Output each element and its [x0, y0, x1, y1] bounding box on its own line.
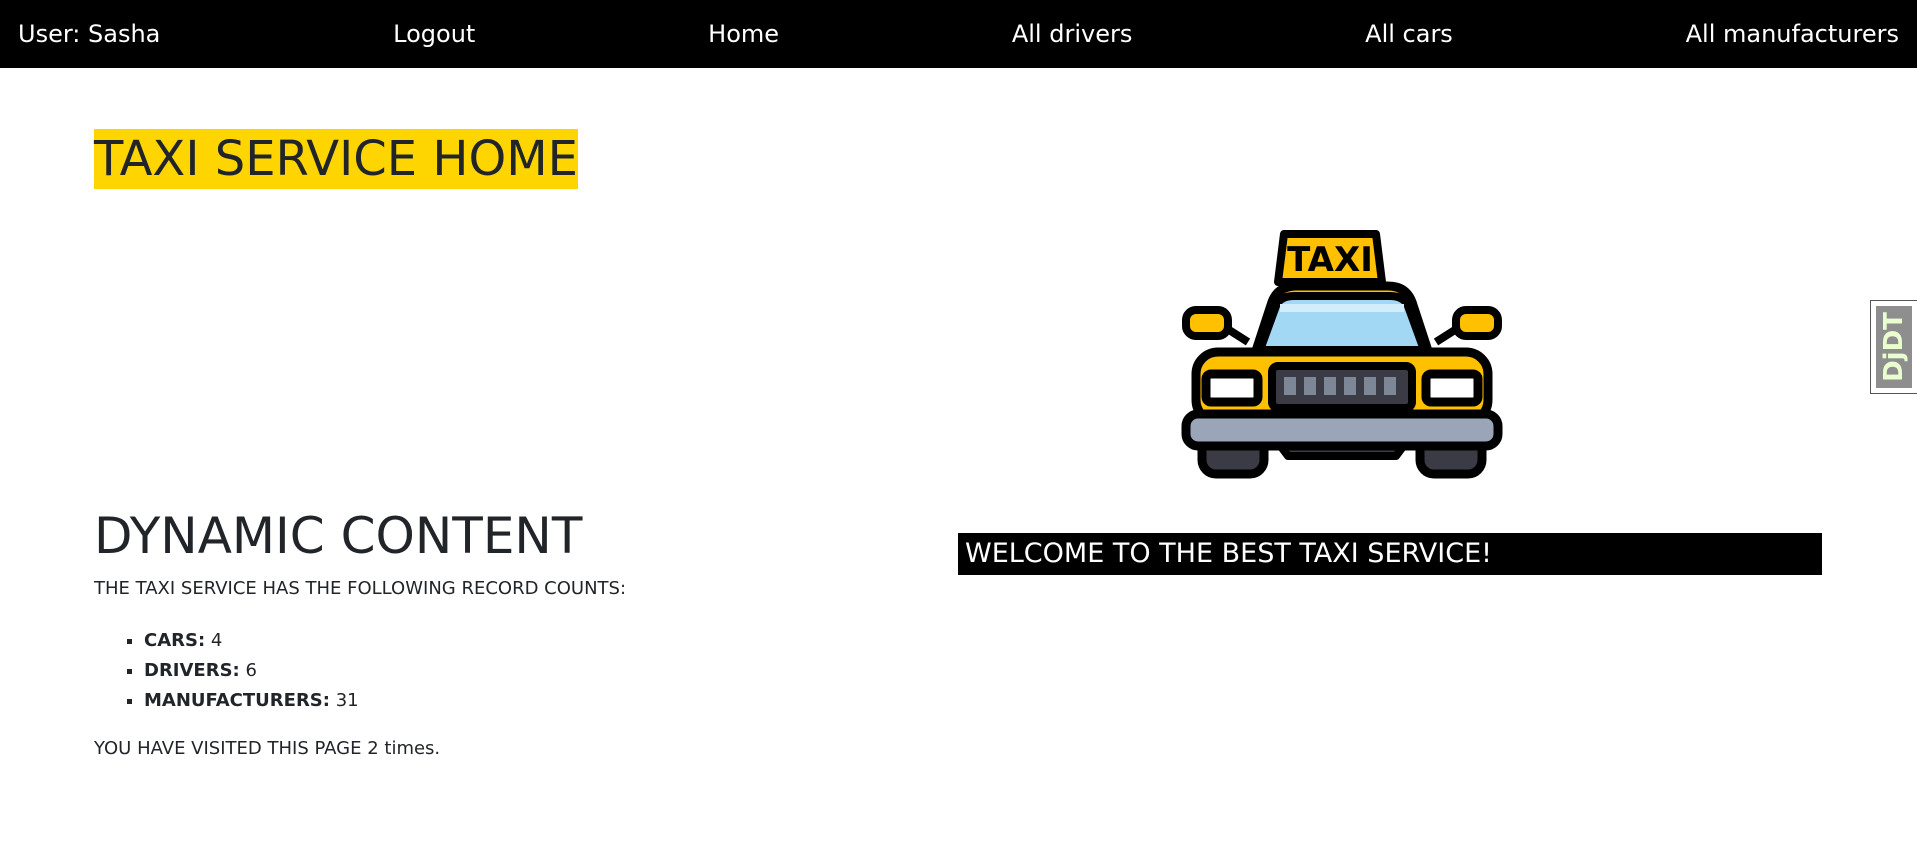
all-manufacturers-link[interactable]: All manufacturers: [1686, 20, 1899, 48]
welcome-banner: WELCOME TO THE BEST TAXI SERVICE!: [958, 533, 1822, 575]
right-mirror-arm: [1433, 324, 1461, 346]
right-headlight: [1421, 369, 1483, 407]
count-label: CARS:: [144, 630, 206, 651]
list-item: DRIVERS: 6: [144, 656, 359, 686]
taxi-car-icon: TAXI: [1181, 230, 1503, 479]
left-mirror-arm: [1223, 324, 1251, 346]
top-navigation: User: Sasha Logout Home All drivers All …: [0, 0, 1917, 68]
debug-toolbar-tab[interactable]: DjDT: [1876, 306, 1912, 388]
list-item: CARS: 4: [144, 626, 359, 656]
count-value: 4: [210, 630, 223, 651]
dynamic-content-heading: DYNAMIC CONTENT: [94, 507, 583, 565]
debug-toolbar-handle[interactable]: DjDT: [1870, 300, 1917, 394]
taxi-car-image: TAXI: [1180, 224, 1504, 486]
count-label: DRIVERS:: [144, 660, 240, 681]
all-cars-link[interactable]: All cars: [1365, 20, 1453, 48]
visit-counter-text: YOU HAVE VISITED THIS PAGE 2 times.: [94, 738, 441, 759]
count-value: 6: [245, 660, 257, 681]
all-drivers-link[interactable]: All drivers: [1012, 20, 1133, 48]
list-item: MANUFACTURERS: 31: [144, 686, 359, 716]
right-mirror: [1452, 306, 1502, 340]
left-headlight: [1201, 369, 1263, 407]
count-label: MANUFACTURERS:: [144, 690, 330, 711]
record-counts-list: CARS: 4 DRIVERS: 6 MANUFACTURERS: 31: [94, 626, 359, 716]
record-counts-intro: THE TAXI SERVICE HAS THE FOLLOWING RECOR…: [94, 578, 627, 599]
page-title: TAXI SERVICE HOME: [94, 129, 578, 189]
count-value: 31: [335, 690, 359, 711]
left-mirror: [1182, 306, 1232, 340]
taxi-sign-text: TAXI: [1287, 240, 1373, 280]
front-bumper: [1181, 409, 1503, 451]
debug-toolbar-label: DjDT: [1879, 312, 1909, 382]
logout-link[interactable]: Logout: [393, 20, 475, 48]
home-link[interactable]: Home: [708, 20, 779, 48]
current-user-label: User: Sasha: [18, 20, 161, 48]
